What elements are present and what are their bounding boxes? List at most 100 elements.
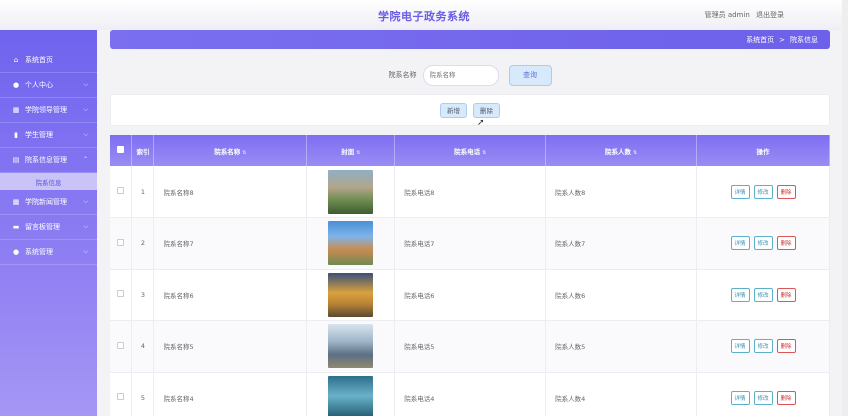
row-delete-button[interactable]: 删除 — [776, 184, 796, 199]
sidebar: ⌂ 系统首页 ● 个人中心 ⌵ ▦ 学院领导管理 ⌵ ▮ 学生管理 ⌵ ▤ 院系… — [0, 30, 97, 416]
row-count: 院系人数5 — [545, 320, 698, 373]
row-checkbox[interactable] — [117, 341, 125, 349]
row-phone: 院系电话6 — [394, 269, 547, 321]
user-info: 管理员 admin 退出登录 — [701, 10, 784, 20]
breadcrumb: 系统首页 > 院系信息 — [110, 30, 830, 49]
row-select-cell[interactable] — [110, 217, 133, 270]
edit-button[interactable]: 修改 — [753, 390, 773, 405]
row-name: 院系名称8 — [153, 166, 308, 218]
edit-button[interactable]: 修改 — [753, 287, 773, 302]
search-label: 院系名称 — [388, 71, 417, 79]
row-checkbox[interactable] — [117, 187, 125, 194]
search-button[interactable]: 查询 — [508, 64, 552, 86]
table-row[interactable]: 4 院系名称5 院系电话5 院系人数5 详情 修改 删除 — [110, 320, 830, 373]
detail-button[interactable]: 详情 — [730, 390, 750, 405]
header-name[interactable]: 院系名称 ⇅ — [153, 135, 308, 166]
sidebar-item-messages[interactable]: ▬ 留言板管理 ⌵ — [0, 215, 97, 240]
row-delete-button[interactable]: 删除 — [776, 287, 796, 302]
user-icon: ● — [12, 81, 20, 89]
sidebar-item-label: 系统首页 — [25, 56, 53, 64]
row-select-cell[interactable] — [110, 166, 133, 218]
breadcrumb-home[interactable]: 系统首页 — [746, 35, 774, 45]
header-cover[interactable]: 封面 ⇅ — [306, 135, 396, 166]
doc-icon: ▤ — [12, 156, 20, 164]
page-scrollbar[interactable] — [842, 0, 848, 416]
sort-icon[interactable]: ⇅ — [356, 150, 360, 156]
row-index: 3 — [131, 269, 155, 321]
table-row[interactable]: 1 院系名称8 院系电话8 院系人数8 详情 修改 删除 — [110, 166, 830, 218]
sidebar-item-system[interactable]: ● 系统管理 ⌵ — [0, 240, 97, 265]
edit-button[interactable]: 修改 — [753, 184, 773, 199]
submenu-department-info[interactable]: 院系信息 — [0, 173, 97, 190]
row-checkbox[interactable] — [117, 393, 125, 401]
row-phone: 院系电话5 — [394, 320, 547, 373]
detail-button[interactable]: 详情 — [730, 184, 750, 199]
chevron-up-icon: ⌃ — [82, 156, 88, 163]
top-header: 学院电子政务系统 管理员 admin 退出登录 — [0, 0, 848, 30]
select-all-header[interactable] — [110, 135, 133, 166]
row-name: 院系名称4 — [153, 372, 308, 416]
search-input[interactable] — [422, 64, 499, 86]
row-index: 1 — [131, 166, 155, 218]
row-delete-button[interactable]: 删除 — [776, 339, 796, 354]
sidebar-item-profile[interactable]: ● 个人中心 ⌵ — [0, 73, 97, 98]
edit-button[interactable]: 修改 — [753, 236, 773, 251]
breadcrumb-current: 院系信息 — [790, 35, 818, 44]
sort-icon[interactable]: ⇅ — [633, 150, 637, 156]
row-actions: 详情 修改 删除 — [696, 166, 830, 218]
row-select-cell[interactable] — [110, 372, 133, 416]
table-row[interactable]: 2 院系名称7 院系电话7 院系人数7 详情 修改 删除 — [110, 217, 830, 270]
header-count[interactable]: 院系人数 ⇅ — [545, 135, 698, 166]
row-select-cell[interactable] — [110, 320, 133, 373]
chevron-down-icon: ⌵ — [83, 131, 88, 138]
table-row[interactable]: 5 院系名称4 院系电话4 院系人数4 详情 修改 删除 — [110, 372, 830, 416]
row-select-cell[interactable] — [110, 269, 133, 321]
sidebar-item-label: 院系信息管理 — [25, 156, 67, 164]
grid-icon: ▦ — [12, 198, 20, 206]
header-name-label: 院系名称 — [214, 147, 241, 156]
detail-button[interactable]: 详情 — [730, 236, 750, 251]
sort-icon[interactable]: ⇅ — [482, 150, 486, 156]
header-index: 索引 — [131, 135, 155, 166]
row-cover-cell — [306, 372, 396, 416]
logout-link[interactable]: 退出登录 — [756, 11, 784, 19]
sidebar-item-leaders[interactable]: ▦ 学院领导管理 ⌵ — [0, 98, 97, 123]
row-count: 院系人数4 — [545, 372, 698, 416]
row-actions: 详情 修改 删除 — [696, 269, 830, 321]
sort-icon[interactable]: ⇅ — [242, 150, 246, 156]
detail-button[interactable]: 详情 — [730, 339, 750, 354]
department-table: 索引 院系名称 ⇅ 封面 ⇅ 院系电话 ⇅ 院系人数 ⇅ 操作 1 院系名称8 院系电话8 院… — [110, 135, 830, 416]
row-checkbox[interactable] — [117, 290, 125, 298]
chevron-down-icon: ⌵ — [83, 81, 88, 88]
sidebar-item-home[interactable]: ⌂ 系统首页 — [0, 48, 97, 73]
detail-button[interactable]: 详情 — [730, 287, 750, 302]
sidebar-item-news[interactable]: ▦ 学院新闻管理 ⌵ — [0, 190, 97, 215]
add-button[interactable]: 新增 — [440, 102, 467, 118]
select-all-checkbox[interactable] — [117, 146, 125, 153]
row-delete-button[interactable]: 删除 — [776, 236, 796, 251]
edit-button[interactable]: 修改 — [753, 339, 773, 354]
row-delete-button[interactable]: 删除 — [776, 390, 796, 405]
sidebar-item-label: 学院新闻管理 — [25, 198, 67, 206]
user-label: 管理员 admin — [704, 11, 750, 19]
sidebar-item-departments[interactable]: ▤ 院系信息管理 ⌃ — [0, 148, 97, 173]
row-cover-cell — [306, 320, 396, 373]
row-name: 院系名称7 — [153, 217, 308, 270]
row-phone: 院系电话8 — [394, 166, 547, 218]
chevron-down-icon: ⌵ — [83, 198, 88, 205]
home-icon: ⌂ — [13, 56, 19, 64]
sidebar-item-label: 学生管理 — [25, 131, 53, 139]
row-cover-cell — [306, 269, 396, 321]
row-count: 院系人数6 — [545, 269, 698, 321]
main-content: 系统首页 > 院系信息 院系名称 查询 新增 删除 索引 院系名称⇅ 封面⇅ 院… — [110, 30, 830, 416]
row-phone: 院系电话7 — [394, 217, 547, 270]
header-phone[interactable]: 院系电话 ⇅ — [394, 135, 547, 166]
cover-image — [328, 272, 374, 317]
header-count-label: 院系人数 — [605, 147, 631, 156]
table-row[interactable]: 3 院系名称6 院系电话6 院系人数6 详情 修改 删除 — [110, 269, 830, 321]
user-icon: ● — [12, 248, 20, 256]
sidebar-item-students[interactable]: ▮ 学生管理 ⌵ — [0, 123, 97, 148]
delete-button[interactable]: 删除 — [473, 102, 500, 118]
row-checkbox[interactable] — [117, 238, 125, 246]
sidebar-item-label: 留言板管理 — [25, 223, 60, 231]
